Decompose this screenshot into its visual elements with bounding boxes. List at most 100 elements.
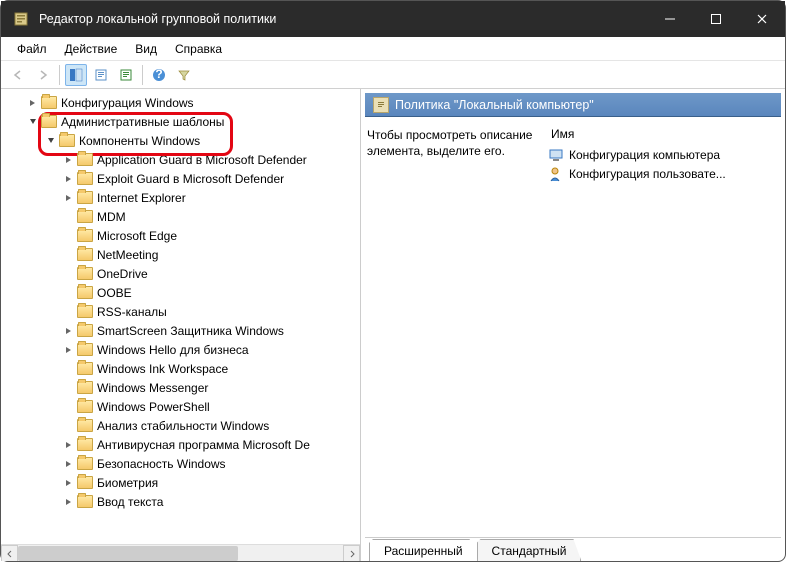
tree-item[interactable]: Ввод текста [1, 492, 360, 511]
folder-icon [77, 457, 93, 470]
svg-text:?: ? [155, 68, 162, 81]
minimize-button[interactable] [647, 1, 693, 37]
toolbar: ? [1, 61, 785, 89]
tree-label: OOBE [97, 286, 132, 300]
list-item[interactable]: Конфигурация компьютера [545, 145, 781, 164]
tree-label: Биометрия [97, 476, 158, 490]
column-header-row: Имя [545, 123, 781, 145]
tree-item[interactable]: Биометрия [1, 473, 360, 492]
tree-item[interactable]: Windows Messenger [1, 378, 360, 397]
tree-label: Windows Messenger [97, 381, 208, 395]
expand-icon[interactable] [63, 192, 75, 204]
content-area: Конфигурация Windows Административные ша… [1, 89, 785, 561]
toolbar-separator [142, 65, 143, 85]
collapse-icon[interactable] [27, 116, 39, 128]
tree-item[interactable]: RSS-каналы [1, 302, 360, 321]
tree-label: NetMeeting [97, 248, 158, 262]
tree-item[interactable]: OneDrive [1, 264, 360, 283]
tree-label: Антивирусная программа Microsoft De [97, 438, 310, 452]
tree-item[interactable]: Windows Hello для бизнеса [1, 340, 360, 359]
expand-icon[interactable] [63, 344, 75, 356]
expand-icon[interactable] [63, 458, 75, 470]
properties-button[interactable] [90, 64, 112, 86]
expand-icon[interactable] [63, 154, 75, 166]
tree-item[interactable]: Конфигурация Windows [1, 93, 360, 112]
folder-icon [77, 438, 93, 451]
tree-item[interactable]: Microsoft Edge [1, 226, 360, 245]
tree-item[interactable]: OOBE [1, 283, 360, 302]
maximize-button[interactable] [693, 1, 739, 37]
tree-label: MDM [97, 210, 126, 224]
tree-item[interactable]: MDM [1, 207, 360, 226]
tree-label: Конфигурация Windows [61, 96, 194, 110]
tab-extended[interactable]: Расширенный [369, 539, 478, 561]
items-list: Имя Конфигурация компьютера Конфигурация… [545, 123, 781, 537]
tree-pane: Конфигурация Windows Административные ша… [1, 89, 361, 561]
expand-icon[interactable] [63, 496, 75, 508]
tree-item[interactable]: Application Guard в Microsoft Defender [1, 150, 360, 169]
menu-action[interactable]: Действие [57, 40, 126, 58]
tree-item[interactable]: Internet Explorer [1, 188, 360, 207]
expand-icon[interactable] [63, 439, 75, 451]
column-name-header[interactable]: Имя [551, 127, 574, 141]
tree-label: Microsoft Edge [97, 229, 177, 243]
tree-item[interactable]: Windows PowerShell [1, 397, 360, 416]
tree-item[interactable]: Антивирусная программа Microsoft De [1, 435, 360, 454]
scroll-right-button[interactable] [343, 545, 360, 561]
folder-icon [77, 286, 93, 299]
menu-bar: Файл Действие Вид Справка [1, 37, 785, 61]
scroll-thumb[interactable] [18, 546, 238, 561]
folder-icon [77, 210, 93, 223]
tree-label: Windows PowerShell [97, 400, 210, 414]
tree-item[interactable]: Exploit Guard в Microsoft Defender [1, 169, 360, 188]
folder-icon [77, 229, 93, 242]
tree-label: Административные шаблоны [61, 115, 224, 129]
menu-file[interactable]: Файл [9, 40, 55, 58]
tree-item[interactable]: SmartScreen Защитника Windows [1, 321, 360, 340]
title-bar: Редактор локальной групповой политики [1, 1, 785, 37]
folder-icon [77, 153, 93, 166]
expand-icon[interactable] [63, 173, 75, 185]
tree-label: Exploit Guard в Microsoft Defender [97, 172, 284, 186]
tree-item-components[interactable]: Компоненты Windows [1, 131, 360, 150]
expand-icon[interactable] [27, 97, 39, 109]
horizontal-scrollbar[interactable] [1, 544, 360, 561]
folder-icon [77, 495, 93, 508]
back-button[interactable] [7, 64, 29, 86]
tree-item[interactable]: Анализ стабильности Windows [1, 416, 360, 435]
menu-view[interactable]: Вид [127, 40, 165, 58]
tree-item[interactable]: NetMeeting [1, 245, 360, 264]
tree-label: Internet Explorer [97, 191, 186, 205]
tree-item[interactable]: Windows Ink Workspace [1, 359, 360, 378]
menu-help[interactable]: Справка [167, 40, 230, 58]
close-button[interactable] [739, 1, 785, 37]
folder-icon [77, 172, 93, 185]
forward-button[interactable] [32, 64, 54, 86]
list-item[interactable]: Конфигурация пользовате... [545, 164, 781, 183]
scroll-left-button[interactable] [1, 545, 18, 561]
tree-label: Windows Hello для бизнеса [97, 343, 249, 357]
details-header-text: Политика "Локальный компьютер" [395, 98, 594, 112]
folder-icon [77, 267, 93, 280]
collapse-icon[interactable] [45, 135, 57, 147]
view-tabs: Расширенный Стандартный [365, 537, 781, 561]
filter-button[interactable] [173, 64, 195, 86]
export-button[interactable] [115, 64, 137, 86]
expand-icon[interactable] [63, 477, 75, 489]
folder-icon [77, 400, 93, 413]
folder-icon [77, 191, 93, 204]
computer-config-icon [549, 147, 565, 163]
policy-icon [373, 97, 389, 113]
tree-item[interactable]: Безопасность Windows [1, 454, 360, 473]
toolbar-separator [59, 65, 60, 85]
folder-icon [77, 362, 93, 375]
show-tree-button[interactable] [65, 64, 87, 86]
tab-standard[interactable]: Стандартный [477, 539, 582, 561]
scroll-track[interactable] [18, 545, 343, 561]
expand-icon[interactable] [63, 325, 75, 337]
app-icon [13, 11, 29, 27]
folder-icon [59, 134, 75, 147]
item-label: Конфигурация пользовате... [569, 167, 726, 181]
help-button[interactable]: ? [148, 64, 170, 86]
tree-item[interactable]: Административные шаблоны [1, 112, 360, 131]
